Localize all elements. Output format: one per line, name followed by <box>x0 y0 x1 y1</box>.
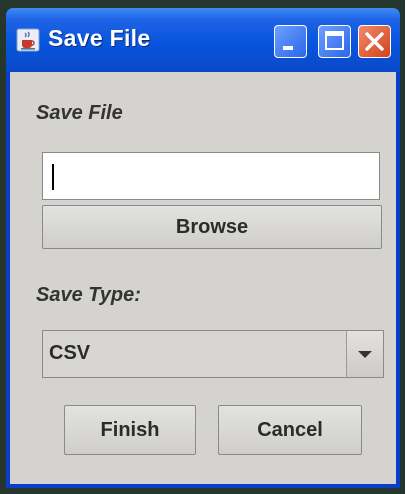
save-type-selected: CSV <box>49 342 91 364</box>
maximize-button[interactable] <box>318 25 351 58</box>
title-bar[interactable]: Save File <box>6 8 400 72</box>
save-file-dialog: Save File Save File Browse Save Type: CS… <box>6 8 400 488</box>
save-type-dropdown[interactable]: CSV <box>42 330 384 378</box>
dropdown-arrow-button[interactable] <box>346 331 383 377</box>
java-cup-icon <box>16 28 40 52</box>
save-type-label: Save Type: <box>36 284 141 306</box>
minimize-button[interactable] <box>274 25 307 58</box>
chevron-down-icon <box>358 351 372 358</box>
browse-button[interactable]: Browse <box>42 205 382 249</box>
finish-button[interactable]: Finish <box>64 405 196 455</box>
minimize-icon <box>283 46 293 50</box>
close-icon <box>365 32 384 51</box>
maximize-icon <box>325 31 344 50</box>
file-path-input[interactable] <box>42 152 380 200</box>
window-title: Save File <box>48 25 151 51</box>
save-file-label: Save File <box>36 102 123 124</box>
dialog-content: Save File Browse Save Type: CSV Finish C… <box>10 72 396 484</box>
cancel-button[interactable]: Cancel <box>218 405 362 455</box>
text-caret <box>52 164 54 190</box>
close-button[interactable] <box>358 25 391 58</box>
